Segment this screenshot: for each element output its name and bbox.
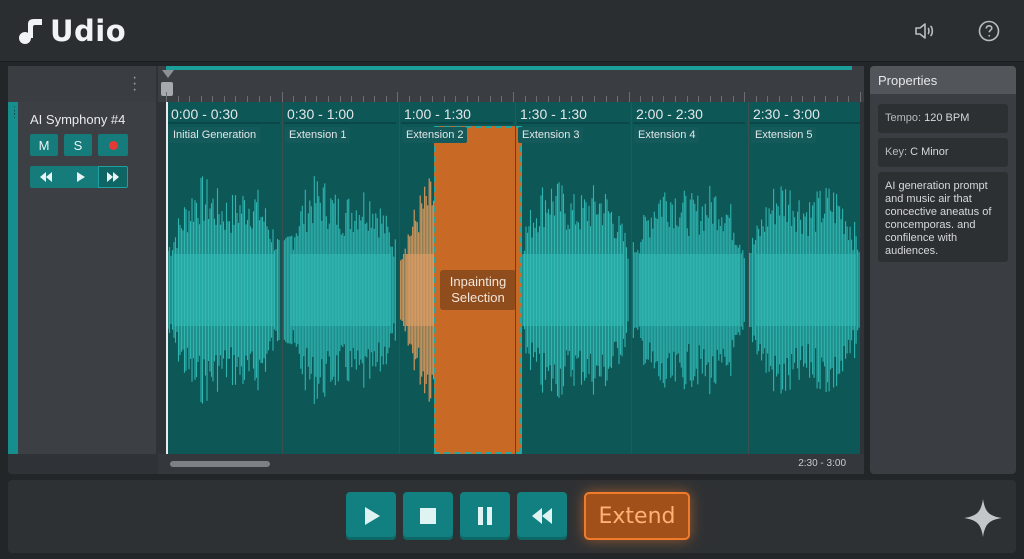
drag-handle-icon[interactable]: ⋮⋮ ⋮⋮: [10, 106, 28, 119]
properties-panel: Properties Tempo: 120 BPM Key: C Minor A…: [870, 66, 1016, 474]
play-icon: [365, 507, 380, 525]
help-icon[interactable]: [977, 19, 1001, 43]
app-name: Udio: [50, 14, 127, 48]
rewind-track-button[interactable]: [30, 166, 62, 188]
ruler-tick: [860, 92, 861, 102]
udio-logo-icon: [19, 19, 42, 44]
tempo-value: 120 BPM: [924, 112, 970, 124]
segment-header-band: [168, 122, 280, 124]
track-header: · · · ⋮⋮ ⋮⋮ AI Symphony #4 M S: [8, 66, 156, 454]
tempo-field[interactable]: Tempo: 120 BPM: [878, 104, 1008, 133]
fast-forward-icon: [107, 172, 119, 182]
transport-bar: Extend: [8, 480, 1016, 553]
more-options-icon[interactable]: · · ·: [132, 70, 137, 98]
ruler-tick: [397, 92, 398, 102]
segment-label[interactable]: Extension 1: [285, 127, 351, 143]
track-name: AI Symphony #4: [30, 112, 126, 127]
segment-time-range: 1:00 - 1:30: [404, 106, 471, 122]
segment-header-band: [750, 122, 860, 124]
segment-time-range: 1:30 - 1:30: [520, 106, 587, 122]
timeline-editor: · · · ⋮⋮ ⋮⋮ AI Symphony #4 M S Inpaintin…: [8, 66, 864, 474]
ruler-tick: [629, 92, 630, 102]
track-color-strip: ⋮⋮ ⋮⋮: [8, 102, 28, 454]
play-track-button[interactable]: [62, 166, 98, 188]
segment-time-range: 2:00 - 2:30: [636, 106, 703, 122]
segment-header-band: [284, 122, 396, 124]
audio-lane[interactable]: Inpainting Selection 0:00 - 0:30 Initial …: [166, 102, 860, 454]
timeline-progress-bar: [166, 66, 852, 70]
segment-label[interactable]: Extension 4: [634, 127, 700, 143]
ruler-tick: [166, 92, 167, 102]
key-value: C Minor: [910, 146, 949, 158]
playhead-line[interactable]: [166, 102, 168, 454]
track-control-panel: ⋮⋮ ⋮⋮ AI Symphony #4 M S: [8, 102, 156, 454]
scrollbar-thumb[interactable]: [170, 461, 270, 467]
fast-forward-track-button[interactable]: [98, 166, 128, 188]
tempo-label: Tempo:: [885, 112, 922, 124]
playhead-marker-icon[interactable]: [162, 70, 174, 78]
key-label: Key:: [885, 146, 908, 158]
prompt-description[interactable]: AI generation prompt and music air that …: [878, 172, 1008, 262]
stop-icon: [420, 508, 436, 524]
segment-label[interactable]: Initial Generation: [169, 127, 261, 143]
ruler-tick: [744, 92, 745, 102]
waveform-body: [639, 254, 740, 326]
visible-range-label: 2:30 - 3:00: [798, 458, 846, 469]
segment-header-band: [401, 122, 513, 124]
rewind-icon: [532, 508, 552, 524]
segment-divider: [515, 102, 516, 454]
play-icon: [77, 172, 85, 182]
segment-divider: [631, 102, 632, 454]
segment-divider: [282, 102, 283, 454]
ruler-tick: [282, 92, 283, 102]
waveform-body: [290, 254, 391, 326]
volume-icon[interactable]: [912, 19, 936, 43]
segment-time-range: 2:30 - 3:00: [753, 106, 820, 122]
segment-label[interactable]: Extension 5: [751, 127, 817, 143]
udio-logo[interactable]: Udio: [18, 14, 126, 48]
pause-button[interactable]: [460, 492, 510, 540]
segment-time-range: 0:00 - 0:30: [171, 106, 238, 122]
record-button[interactable]: [98, 134, 128, 156]
inpainting-selection-label: Inpainting Selection: [440, 270, 516, 310]
segment-label[interactable]: Extension 3: [518, 127, 584, 143]
app-header: Udio: [0, 0, 1024, 62]
segment-header-band: [633, 122, 745, 124]
waveform-body: [522, 254, 624, 326]
stop-button[interactable]: [403, 492, 453, 540]
play-button[interactable]: [346, 492, 396, 540]
mute-button[interactable]: M: [30, 134, 58, 156]
record-icon: [108, 140, 118, 150]
timeline-scrollbar[interactable]: 2:30 - 3:00: [158, 454, 864, 474]
pause-icon: [478, 507, 492, 525]
sparkle-icon[interactable]: [963, 498, 1003, 538]
extend-button[interactable]: Extend: [584, 492, 690, 540]
segment-divider: [748, 102, 749, 454]
segment-time-range: 0:30 - 1:00: [287, 106, 354, 122]
track-header-toolbar: · · ·: [8, 66, 156, 102]
solo-button[interactable]: S: [64, 134, 92, 156]
segment-label[interactable]: Extension 2: [402, 127, 468, 143]
rewind-icon: [40, 172, 52, 182]
ruler-tick: [513, 92, 514, 102]
waveform-body: [174, 254, 275, 326]
timeline-ruler-ticks: [166, 92, 861, 102]
segment-divider: [399, 102, 400, 454]
waveform-body: [755, 254, 856, 326]
properties-title: Properties: [870, 66, 1016, 94]
rewind-button[interactable]: [517, 492, 567, 540]
key-field[interactable]: Key: C Minor: [878, 138, 1008, 167]
segment-header-band: [517, 122, 629, 124]
